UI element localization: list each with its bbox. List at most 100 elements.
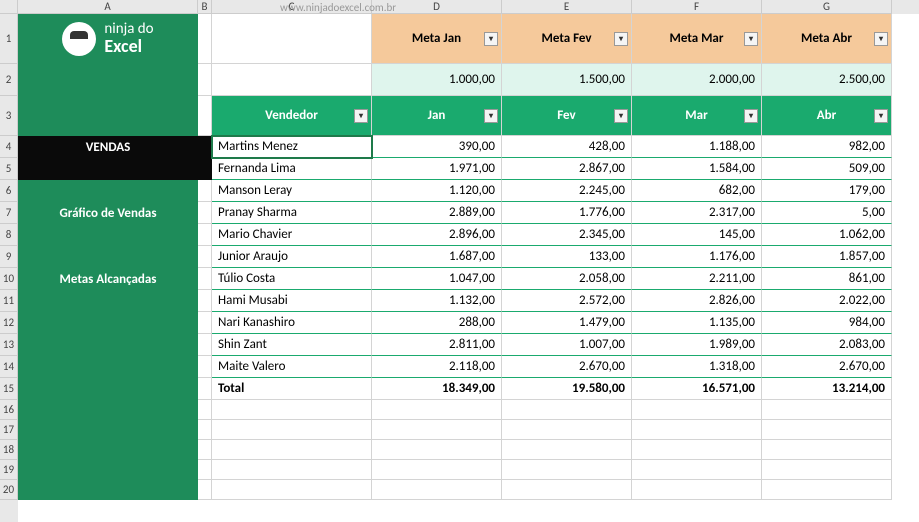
cell-jan[interactable]: 390,00 [372,136,502,158]
empty-cell[interactable] [372,480,502,500]
row-header-11[interactable]: 11 [0,290,18,312]
filter-icon[interactable]: ▾ [614,109,628,123]
empty-cell[interactable] [372,420,502,440]
empty-cell[interactable] [212,400,372,420]
empty-cell[interactable] [632,480,762,500]
cell-vendedor[interactable]: Hami Musabi [212,290,372,312]
cell-b20[interactable] [198,480,212,500]
row-header-9[interactable]: 9 [0,246,18,268]
cell-jan[interactable]: 1.047,00 [372,268,502,290]
total-label[interactable]: Total [212,378,372,400]
empty-cell[interactable] [212,440,372,460]
filter-icon[interactable]: ▾ [744,109,758,123]
cell-vendedor[interactable]: Manson Leray [212,180,372,202]
cell-abr[interactable]: 5,00 [762,202,892,224]
cell-vendedor[interactable]: Nari Kanashiro [212,312,372,334]
cell-abr[interactable]: 2.670,00 [762,356,892,378]
total-abr[interactable]: 13.214,00 [762,378,892,400]
cell-fev[interactable]: 2.345,00 [502,224,632,246]
cell-fev[interactable]: 1.776,00 [502,202,632,224]
cell-abr[interactable]: 179,00 [762,180,892,202]
empty-cell[interactable] [632,420,762,440]
cell-mar[interactable]: 1.176,00 [632,246,762,268]
cell-b19[interactable] [198,460,212,480]
empty-cell[interactable] [762,440,892,460]
table-header-fev[interactable]: Fev ▾ [502,96,632,136]
sidebar-item-vendas[interactable]: VENDAS [18,136,198,158]
table-header-mar[interactable]: Mar ▾ [632,96,762,136]
cell-jan[interactable]: 288,00 [372,312,502,334]
empty-cell[interactable] [762,400,892,420]
row-header-15[interactable]: 15 [0,378,18,400]
table-header-abr[interactable]: Abr ▾ [762,96,892,136]
empty-cell[interactable] [502,480,632,500]
cell-b10[interactable] [198,268,212,290]
cell-b15[interactable] [198,378,212,400]
empty-cell[interactable] [502,440,632,460]
cell-vendedor[interactable]: Pranay Sharma [212,202,372,224]
cell-abr[interactable]: 861,00 [762,268,892,290]
cell-abr[interactable]: 984,00 [762,312,892,334]
cell-b1[interactable] [198,14,212,64]
cell-abr[interactable]: 2.022,00 [762,290,892,312]
select-all-corner[interactable] [0,0,18,14]
cell-mar[interactable]: 1.135,00 [632,312,762,334]
cell-abr[interactable]: 1.062,00 [762,224,892,246]
filter-icon[interactable]: ▾ [484,109,498,123]
cell-vendedor[interactable]: Mario Chavier [212,224,372,246]
cell-b5[interactable] [198,158,212,180]
row-header-1[interactable]: 1 [0,14,18,64]
meta-header-fev[interactable]: Meta Fev ▾ [502,14,632,64]
cell-b8[interactable] [198,224,212,246]
row-header-17[interactable]: 17 [0,420,18,440]
meta-header-jan[interactable]: Meta Jan ▾ [372,14,502,64]
cell-mar[interactable]: 1.318,00 [632,356,762,378]
cell-mar[interactable]: 1.584,00 [632,158,762,180]
col-header-b[interactable]: B [198,0,212,14]
cell-b9[interactable] [198,246,212,268]
cell-b4[interactable] [198,136,212,158]
cell-jan[interactable]: 2.118,00 [372,356,502,378]
cell-b12[interactable] [198,312,212,334]
cell-fev[interactable]: 2.572,00 [502,290,632,312]
cell-mar[interactable]: 682,00 [632,180,762,202]
cell-mar[interactable]: 2.826,00 [632,290,762,312]
meta-value-fev[interactable]: 1.500,00 [502,64,632,96]
cell-mar[interactable]: 2.317,00 [632,202,762,224]
row-header-3[interactable]: 3 [0,96,18,136]
cell-vendedor[interactable]: Maite Valero [212,356,372,378]
row-header-7[interactable]: 7 [0,202,18,224]
cell-b17[interactable] [198,420,212,440]
empty-cell[interactable] [212,460,372,480]
row-header-5[interactable]: 5 [0,158,18,180]
cell-b7[interactable] [198,202,212,224]
cell-b2[interactable] [198,64,212,96]
cell-vendedor[interactable]: Junior Araujo [212,246,372,268]
cell-c1[interactable] [212,14,372,64]
empty-cell[interactable] [502,460,632,480]
cell-jan[interactable]: 1.687,00 [372,246,502,268]
empty-cell[interactable] [212,480,372,500]
cell-abr[interactable]: 1.857,00 [762,246,892,268]
col-header-e[interactable]: E [502,0,632,14]
cell-fev[interactable]: 2.867,00 [502,158,632,180]
cell-b3[interactable] [198,96,212,136]
sidebar-item-metas[interactable]: Metas Alcançadas [18,268,198,290]
cell-fev[interactable]: 2.670,00 [502,356,632,378]
empty-cell[interactable] [372,460,502,480]
empty-cell[interactable] [372,400,502,420]
cell-abr[interactable]: 982,00 [762,136,892,158]
filter-icon[interactable]: ▾ [874,32,888,46]
row-header-8[interactable]: 8 [0,224,18,246]
empty-cell[interactable] [762,480,892,500]
col-header-a[interactable]: A [18,0,198,14]
row-header-20[interactable]: 20 [0,480,18,500]
empty-cell[interactable] [372,440,502,460]
cell-fev[interactable]: 428,00 [502,136,632,158]
row-header-13[interactable]: 13 [0,334,18,356]
cell-mar[interactable]: 145,00 [632,224,762,246]
filter-icon[interactable]: ▾ [354,109,368,123]
total-mar[interactable]: 16.571,00 [632,378,762,400]
empty-cell[interactable] [632,440,762,460]
cell-fev[interactable]: 2.245,00 [502,180,632,202]
